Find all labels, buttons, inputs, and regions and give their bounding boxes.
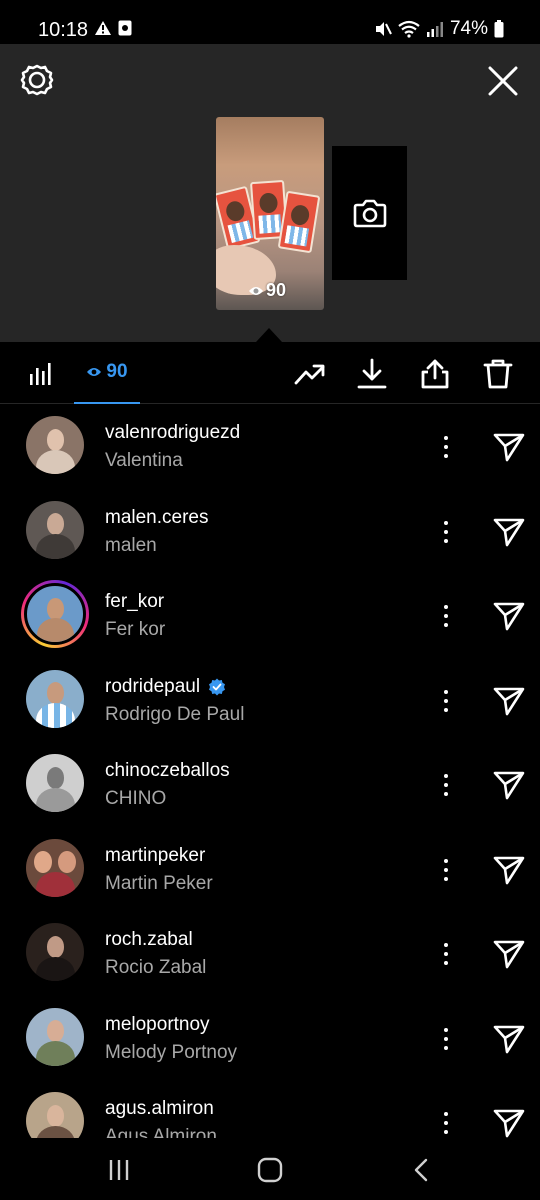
viewer-username: valenrodriguezd	[105, 422, 241, 443]
more-options-icon[interactable]	[436, 1107, 456, 1138]
send-message-icon[interactable]	[493, 601, 525, 631]
story-thumbnail[interactable]: 90	[216, 117, 324, 310]
avatar[interactable]	[26, 669, 84, 728]
viewer-username: meloportnoy	[105, 1013, 210, 1035]
send-message-icon[interactable]	[493, 939, 525, 969]
avatar[interactable]	[26, 923, 84, 981]
more-options-icon[interactable]	[436, 685, 456, 717]
viewer-username: roch.zabal	[105, 929, 193, 950]
story-preview-header: 90	[0, 44, 540, 342]
viewer-full-name: CHINO	[105, 788, 167, 809]
system-navigation-bar	[0, 1138, 540, 1200]
viewer-full-name: Rocio Zabal	[105, 957, 207, 978]
more-options-icon[interactable]	[436, 938, 456, 970]
verified-badge-icon	[209, 678, 226, 695]
send-message-icon[interactable]	[493, 770, 525, 800]
list-item[interactable]: martinpeker Martin Peker	[0, 827, 540, 912]
battery-percent: 74%	[449, 18, 488, 39]
viewer-list[interactable]: valenrodriguezd Valentina malen.ceres ma…	[0, 404, 540, 1138]
avatar[interactable]	[26, 1007, 84, 1066]
story-toolbar: 90	[0, 342, 540, 404]
more-options-icon[interactable]	[436, 1023, 456, 1055]
more-options-icon[interactable]	[436, 516, 456, 548]
more-options-icon[interactable]	[436, 431, 456, 463]
tab-viewers[interactable]: 90	[74, 342, 140, 404]
viewer-username: martinpeker	[105, 844, 206, 866]
story-view-count: 90	[266, 280, 287, 300]
avatar-with-story-ring[interactable]	[21, 580, 89, 648]
send-message-icon[interactable]	[493, 1108, 525, 1138]
viewer-username: malen.ceres	[105, 506, 209, 528]
back-icon[interactable]	[408, 1156, 436, 1184]
status-time: 10:18	[38, 19, 89, 41]
viewer-username: chinoczeballos	[105, 760, 230, 781]
list-item[interactable]: chinoczeballos CHINO	[0, 742, 540, 827]
viewer-full-name: Melody Portnoy	[105, 1041, 238, 1063]
battery-icon	[494, 20, 504, 38]
viewers-count: 90	[106, 361, 128, 382]
list-item[interactable]: roch.zabal Rocio Zabal	[0, 911, 540, 996]
more-options-icon[interactable]	[436, 600, 456, 632]
trending-up-icon[interactable]	[294, 358, 326, 390]
viewer-full-name: Valentina	[105, 450, 183, 471]
avatar[interactable]	[26, 754, 84, 812]
insights-bar-chart-icon[interactable]	[28, 360, 54, 386]
share-icon[interactable]	[419, 358, 451, 390]
more-options-icon[interactable]	[436, 854, 456, 886]
close-icon[interactable]	[487, 65, 519, 97]
avatar[interactable]	[26, 416, 84, 474]
list-item[interactable]: fer_kor Fer kor	[0, 573, 540, 658]
wifi-icon	[398, 20, 420, 38]
settings-gear-icon[interactable]	[20, 63, 54, 97]
app-notification-icon	[118, 20, 132, 36]
viewer-username: rodridepaul	[105, 675, 201, 697]
list-item[interactable]: malen.ceres malen	[0, 489, 540, 574]
signal-icon	[426, 22, 443, 37]
list-item[interactable]: agus.almiron Agus Almiron	[0, 1080, 540, 1138]
viewer-username: fer_kor	[105, 591, 165, 612]
avatar[interactable]	[26, 500, 84, 559]
recent-apps-icon[interactable]	[106, 1156, 134, 1184]
viewer-full-name: Rodrigo De Paul	[105, 703, 245, 725]
send-message-icon[interactable]	[493, 855, 525, 885]
viewer-full-name: malen	[105, 534, 157, 556]
viewer-full-name: Martin Peker	[105, 872, 213, 894]
eye-icon	[249, 286, 263, 295]
send-message-icon[interactable]	[493, 517, 525, 547]
viewer-full-name: Fer kor	[105, 619, 166, 640]
send-message-icon[interactable]	[493, 686, 525, 716]
mute-icon	[375, 22, 392, 36]
list-item[interactable]: meloportnoy Melody Portnoy	[0, 996, 540, 1081]
home-icon[interactable]	[256, 1156, 284, 1184]
warning-icon	[95, 21, 111, 35]
eye-icon	[87, 368, 102, 376]
viewer-username: agus.almiron	[105, 1098, 214, 1119]
add-story-tile[interactable]	[332, 146, 407, 280]
trash-icon[interactable]	[482, 358, 514, 390]
download-icon[interactable]	[356, 358, 388, 390]
list-item[interactable]: rodridepaul Rodrigo De Paul	[0, 658, 540, 743]
status-bar: 10:18 74%	[0, 0, 540, 44]
avatar[interactable]	[26, 1092, 84, 1138]
send-message-icon[interactable]	[493, 432, 525, 462]
viewer-full-name: Agus Almiron	[105, 1126, 217, 1138]
selected-story-pointer	[256, 328, 282, 342]
avatar[interactable]	[26, 838, 84, 897]
more-options-icon[interactable]	[436, 769, 456, 801]
send-message-icon[interactable]	[493, 1024, 525, 1054]
list-item[interactable]: valenrodriguezd Valentina	[0, 404, 540, 489]
camera-icon	[353, 199, 387, 228]
